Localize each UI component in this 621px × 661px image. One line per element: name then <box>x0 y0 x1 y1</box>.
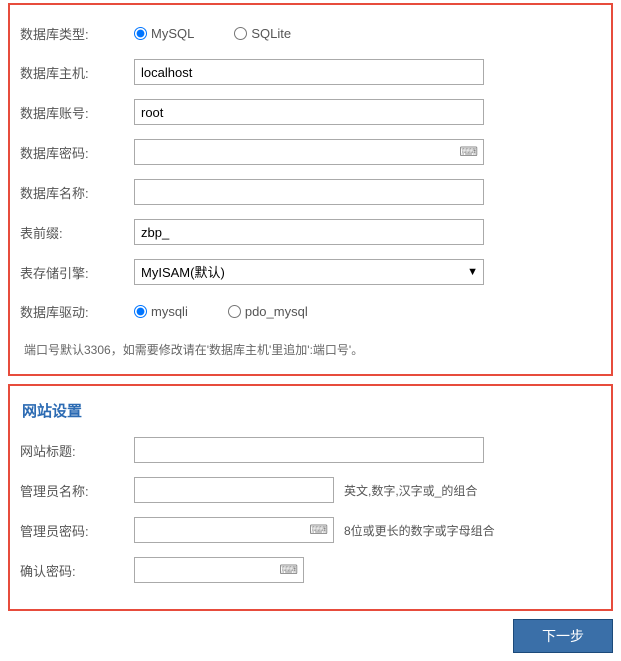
db-pass-input[interactable] <box>134 139 484 165</box>
db-host-row: 数据库主机: <box>16 59 599 85</box>
db-prefix-input[interactable] <box>134 219 484 245</box>
db-driver-mysqli-radio[interactable] <box>134 305 147 318</box>
button-row: 下一步 <box>8 619 613 653</box>
confirm-pass-label: 确认密码: <box>16 561 134 580</box>
db-driver-row: 数据库驱动: mysqli pdo_mysql <box>16 299 599 323</box>
db-user-row: 数据库账号: <box>16 99 599 125</box>
db-driver-pdo-radio[interactable] <box>228 305 241 318</box>
db-type-label: 数据库类型: <box>16 24 134 43</box>
db-port-hint: 端口号默认3306，如需要修改请在'数据库主机'里追加':端口号'。 <box>16 337 599 362</box>
confirm-pass-input[interactable] <box>134 557 304 583</box>
site-settings-title: 网站设置 <box>16 396 599 431</box>
db-engine-label: 表存储引擎: <box>16 263 134 282</box>
admin-name-label: 管理员名称: <box>16 481 134 500</box>
site-title-input[interactable] <box>134 437 484 463</box>
database-settings-panel: 数据库类型: MySQL SQLite 数据库主机: 数据库账号: 数据库密码: <box>8 3 613 376</box>
db-engine-row: 表存储引擎: MyISAM(默认) ▼ <box>16 259 599 285</box>
next-button[interactable]: 下一步 <box>513 619 613 653</box>
db-name-label: 数据库名称: <box>16 183 134 202</box>
db-driver-pdo-option[interactable]: pdo_mysql <box>228 304 308 319</box>
db-type-mysql-option[interactable]: MySQL <box>134 26 194 41</box>
db-prefix-label: 表前缀: <box>16 223 134 242</box>
db-driver-mysqli-text: mysqli <box>151 304 188 319</box>
db-type-sqlite-text: SQLite <box>251 26 291 41</box>
site-title-row: 网站标题: <box>16 437 599 463</box>
db-driver-mysqli-option[interactable]: mysqli <box>134 304 188 319</box>
db-user-input[interactable] <box>134 99 484 125</box>
admin-pass-row: 管理员密码: ⌨ 8位或更长的数字或字母组合 <box>16 517 599 543</box>
admin-name-input[interactable] <box>134 477 334 503</box>
db-name-input[interactable] <box>134 179 484 205</box>
db-driver-label: 数据库驱动: <box>16 302 134 321</box>
confirm-pass-row: 确认密码: ⌨ <box>16 557 599 583</box>
admin-pass-hint: 8位或更长的数字或字母组合 <box>344 522 495 539</box>
db-type-mysql-radio[interactable] <box>134 27 147 40</box>
db-host-input[interactable] <box>134 59 484 85</box>
db-name-row: 数据库名称: <box>16 179 599 205</box>
site-title-label: 网站标题: <box>16 441 134 460</box>
db-pass-label: 数据库密码: <box>16 143 134 162</box>
db-pass-row: 数据库密码: ⌨ <box>16 139 599 165</box>
db-engine-select[interactable]: MyISAM(默认) <box>134 259 484 285</box>
db-prefix-row: 表前缀: <box>16 219 599 245</box>
admin-pass-input[interactable] <box>134 517 334 543</box>
db-driver-pdo-text: pdo_mysql <box>245 304 308 319</box>
db-type-sqlite-option[interactable]: SQLite <box>234 26 291 41</box>
site-settings-panel: 网站设置 网站标题: 管理员名称: 英文,数字,汉字或_的组合 管理员密码: ⌨… <box>8 384 613 611</box>
db-user-label: 数据库账号: <box>16 103 134 122</box>
db-type-sqlite-radio[interactable] <box>234 27 247 40</box>
db-type-mysql-text: MySQL <box>151 26 194 41</box>
admin-pass-label: 管理员密码: <box>16 521 134 540</box>
db-host-label: 数据库主机: <box>16 63 134 82</box>
db-type-row: 数据库类型: MySQL SQLite <box>16 21 599 45</box>
admin-name-hint: 英文,数字,汉字或_的组合 <box>344 482 477 499</box>
admin-name-row: 管理员名称: 英文,数字,汉字或_的组合 <box>16 477 599 503</box>
